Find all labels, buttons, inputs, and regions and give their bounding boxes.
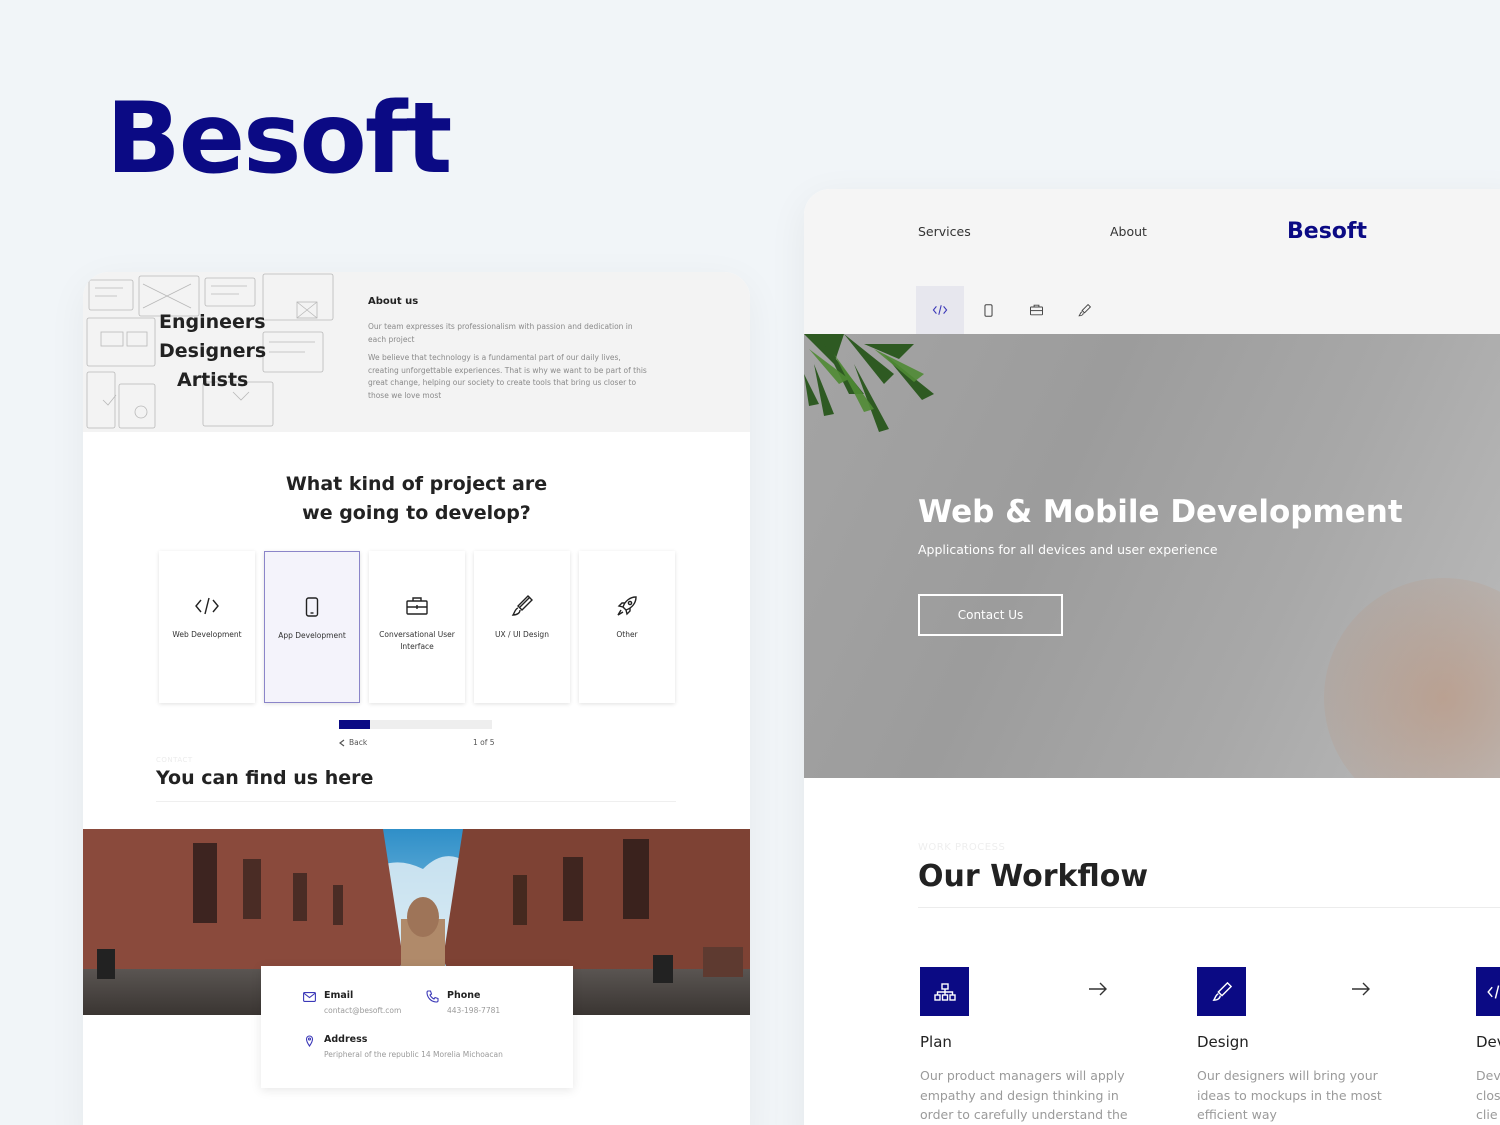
option-label: UX / UI Design — [495, 630, 549, 639]
project-options: Web Development App Development Conversa… — [159, 551, 675, 703]
mobile-icon — [983, 303, 993, 317]
step-counter: 1 of 5 — [473, 738, 495, 747]
about-title: About us — [368, 296, 419, 307]
chevron-left-icon — [339, 739, 345, 746]
address-label: Address — [324, 1034, 368, 1045]
workflow-step-plan: Plan Our product managers will apply emp… — [920, 967, 1150, 1125]
contact-address[interactable]: Address Peripheral of the republic 14 Mo… — [303, 1034, 503, 1059]
step-name: Plan — [920, 1033, 952, 1051]
step-description: Dev clos clie — [1476, 1068, 1500, 1122]
sitemap-icon — [920, 967, 969, 1016]
contact-info-card: Email contact@besoft.com Phone 443-198-7… — [261, 966, 573, 1088]
about-paragraph-1: Our team expresses its professionalism w… — [368, 322, 633, 344]
workflow-step-dev: Dev Dev clos clie — [1476, 967, 1500, 1125]
about-section: Engineers Designers Artists About us Our… — [83, 272, 750, 432]
right-page-mockup: Services About Besoft Web & Mobile Devel… — [804, 189, 1500, 1125]
tagline-artists: Artists — [177, 369, 249, 391]
tab-conversational-ui[interactable] — [1012, 286, 1060, 334]
step-description: Our designers will bring your ideas to m… — [1197, 1068, 1382, 1122]
contact-phone[interactable]: Phone 443-198-7781 — [426, 990, 500, 1015]
contact-us-button[interactable]: Contact Us — [918, 594, 1063, 636]
mail-icon — [303, 992, 316, 1002]
workflow-title: Our Workflow — [918, 859, 1149, 894]
step-name: Dev — [1476, 1033, 1500, 1051]
email-value: contact@besoft.com — [324, 1006, 402, 1015]
phone-icon — [426, 990, 439, 1003]
brush-icon — [509, 593, 535, 619]
tagline-designers: Designers — [159, 340, 267, 362]
mobile-icon — [299, 594, 325, 620]
back-label: Back — [349, 738, 368, 747]
address-value: Peripheral of the republic 14 Morelia Mi… — [324, 1050, 503, 1059]
option-label: Conversational User Interface — [379, 630, 455, 651]
project-question-title: What kind of project are we going to dev… — [83, 470, 750, 528]
question-line-2: we going to develop? — [302, 502, 531, 524]
hero-section: Web & Mobile Development Applications fo… — [804, 334, 1500, 778]
question-line-1: What kind of project are — [285, 473, 548, 495]
brand-logo-large: Besoft — [106, 82, 452, 196]
workflow-kicker: WORK PROCESS — [918, 842, 1006, 853]
option-ux-ui-design[interactable]: UX / UI Design — [474, 551, 570, 703]
contact-email[interactable]: Email contact@besoft.com — [303, 990, 401, 1015]
brush-icon — [1197, 967, 1246, 1016]
arrow-right-icon — [1089, 982, 1107, 996]
phone-label: Phone — [447, 990, 481, 1001]
left-page-mockup: Engineers Designers Artists About us Our… — [83, 272, 750, 1125]
option-other[interactable]: Other — [579, 551, 675, 703]
briefcase-icon — [404, 593, 430, 619]
back-button[interactable]: Back — [339, 738, 367, 747]
option-label: App Development — [278, 631, 346, 640]
step-progress-bar — [339, 720, 492, 729]
divider — [156, 801, 676, 802]
code-icon — [194, 593, 220, 619]
phone-value: 443-198-7781 — [447, 1006, 501, 1015]
option-conversational-ui[interactable]: Conversational User Interface — [369, 551, 465, 703]
hero-title: Web & Mobile Development — [918, 494, 1403, 530]
code-icon — [1476, 967, 1500, 1016]
contact-kicker: CONTACT — [156, 756, 193, 764]
plant-photo — [804, 334, 934, 432]
option-label: Web Development — [172, 630, 242, 639]
about-paragraph-2: We believe that technology is a fundamen… — [368, 353, 647, 400]
step-name: Design — [1197, 1033, 1249, 1051]
step-description: Our product managers will apply empathy … — [920, 1068, 1128, 1122]
map-pin-icon — [305, 1035, 314, 1047]
top-navigation: Services About Besoft — [804, 189, 1500, 334]
tab-ux-ui-design[interactable] — [1060, 286, 1108, 334]
nav-link-about[interactable]: About — [1110, 224, 1147, 239]
option-label: Other — [616, 630, 638, 639]
code-icon — [932, 305, 948, 315]
option-app-development[interactable]: App Development — [264, 551, 360, 703]
taglines: Engineers Designers Artists — [159, 308, 266, 395]
rocket-icon — [614, 593, 640, 619]
briefcase-icon — [1029, 304, 1043, 316]
option-web-development[interactable]: Web Development — [159, 551, 255, 703]
brush-icon — [1077, 303, 1091, 316]
brand-logo[interactable]: Besoft — [1287, 219, 1367, 244]
workflow-step-design: Design Our designers will bring your ide… — [1197, 967, 1427, 1125]
divider — [918, 907, 1500, 908]
arrow-right-icon — [1352, 982, 1370, 996]
hero-subtitle: Applications for all devices and user ex… — [918, 542, 1218, 557]
contact-title: You can find us here — [156, 767, 374, 789]
progress-fill — [339, 720, 370, 729]
hero-blur-shape — [1324, 578, 1500, 778]
tagline-engineers: Engineers — [159, 311, 266, 333]
tab-web-development[interactable] — [916, 286, 964, 334]
email-label: Email — [324, 990, 354, 1001]
nav-link-services[interactable]: Services — [918, 224, 971, 239]
service-tabs — [916, 286, 1108, 334]
tab-app-development[interactable] — [964, 286, 1012, 334]
